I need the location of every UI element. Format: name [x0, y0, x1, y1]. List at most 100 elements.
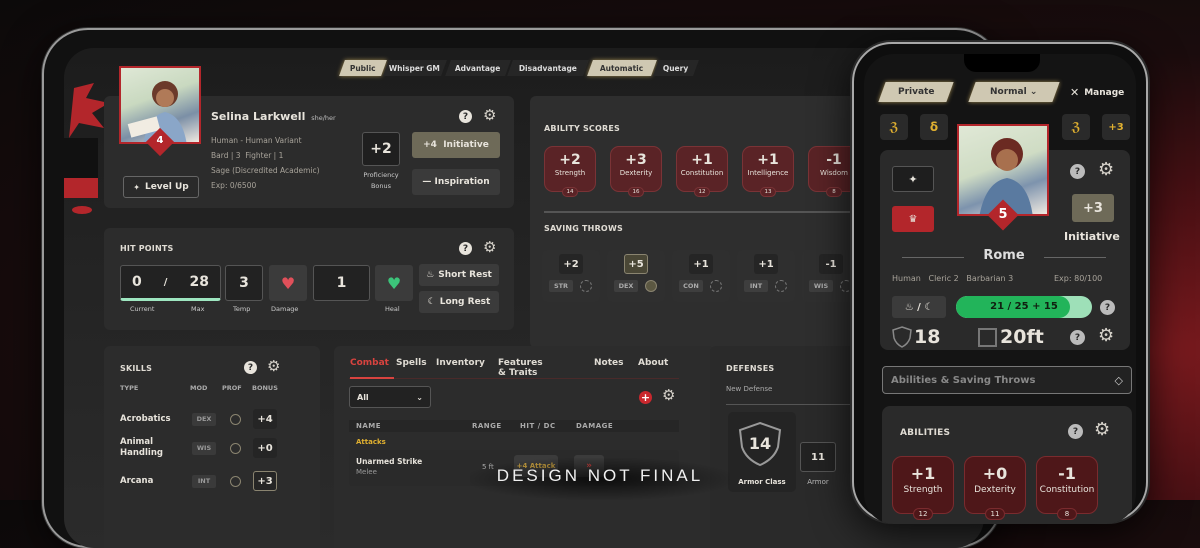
phone-initiative-label: Initiative	[1064, 230, 1120, 243]
level-up-button[interactable]: ✦ Level Up	[123, 176, 199, 198]
ability-score-dexterity[interactable]: +3 Dexterity 16	[610, 146, 662, 197]
proficiency-indicator[interactable]	[230, 413, 241, 425]
proficiency-indicator[interactable]	[230, 442, 241, 454]
short-rest-label: Short Rest	[438, 270, 492, 280]
settings-gear-icon[interactable]: ⚙	[1098, 327, 1114, 345]
saving-throw-str[interactable]: +2 STR	[542, 250, 600, 302]
tab-spells[interactable]: Spells	[396, 358, 427, 368]
ear-icon[interactable]: ℨ	[880, 114, 908, 140]
roll-mode-label: Query	[663, 63, 689, 73]
proficiency-indicator[interactable]	[580, 280, 592, 292]
level-up-toggle[interactable]: ♛	[892, 206, 934, 232]
roll-mode-whisper-gm[interactable]: Whisper GM	[383, 60, 447, 76]
help-icon[interactable]: ?	[1068, 424, 1083, 439]
add-icon[interactable]: +	[639, 391, 652, 404]
inspiration-toggle[interactable]: ✦	[892, 166, 934, 192]
roll-mode-select[interactable]: Normal ⌄	[968, 82, 1060, 102]
ability-score-strength[interactable]: +2 Strength 14	[544, 146, 596, 197]
hp-max-value[interactable]: 28	[189, 274, 208, 290]
ability-score: 16	[628, 187, 644, 197]
pronouns: she/her	[311, 114, 336, 122]
damage-label: Damage	[271, 305, 299, 313]
ability-name: Constitution	[1039, 485, 1095, 495]
tab-inventory[interactable]: Inventory	[436, 358, 485, 368]
combat-filter-select[interactable]: All ⌄	[349, 386, 431, 408]
new-defense-link[interactable]: New Defense	[726, 385, 772, 393]
roll-mode-automatic[interactable]: Automatic	[587, 60, 657, 76]
settings-gear-icon[interactable]: ⚙	[1098, 161, 1114, 179]
saving-throw-abbr: INT	[744, 280, 768, 292]
manage-label: Manage	[1084, 87, 1125, 98]
help-icon[interactable]: ?	[1070, 164, 1085, 179]
long-rest-button[interactable]: ☾ Long Rest	[419, 291, 499, 313]
skill-row[interactable]: Acrobatics DEX +4	[120, 406, 280, 432]
settings-gear-icon[interactable]: ⚙	[483, 108, 496, 123]
phone-race: Human	[892, 274, 921, 283]
tab-combat[interactable]: Combat	[350, 358, 389, 368]
tab-features-traits[interactable]: Features & Traits	[498, 358, 543, 378]
level-number: 4	[156, 135, 164, 146]
proficiency-indicator[interactable]	[645, 280, 657, 292]
settings-gear-icon[interactable]: ⚙	[1094, 421, 1110, 439]
saving-throw-int[interactable]: +1 INT	[737, 250, 795, 302]
settings-gear-icon[interactable]: ⚙	[483, 240, 496, 255]
hp-amount-input[interactable]: 1	[313, 265, 370, 301]
speed-icon	[978, 328, 997, 347]
col-name: NAME	[356, 422, 382, 430]
tab-about[interactable]: About	[638, 358, 668, 368]
saving-throw-value: +1	[754, 254, 778, 274]
help-icon[interactable]: ?	[1070, 330, 1085, 345]
long-rest-label: Long Rest	[439, 297, 491, 307]
proficiency-indicator[interactable]	[840, 280, 852, 292]
ability-name: Dexterity	[619, 169, 653, 177]
skill-bonus[interactable]: +0	[253, 438, 277, 458]
settings-gear-icon[interactable]: ⚙	[662, 388, 675, 403]
potion-icon[interactable]: δ	[920, 114, 948, 140]
skill-row[interactable]: Animal Handling WIS +0	[120, 435, 280, 461]
watermark: DESIGN NOT FINAL	[496, 466, 704, 485]
skill-name: Acrobatics	[120, 413, 171, 424]
section-select[interactable]: Abilities & Saving Throws ◇	[882, 366, 1132, 394]
ability-score-constitution[interactable]: +1 Constitution 12	[676, 146, 728, 197]
roll-mode-value: Normal	[990, 87, 1027, 97]
ability-modifier: +2	[559, 152, 581, 168]
proficiency-indicator[interactable]	[710, 280, 722, 292]
short-rest-button[interactable]: ♨ Short Rest	[419, 264, 499, 286]
bonus-badge[interactable]: +3	[1102, 114, 1130, 140]
heal-button[interactable]: ♥	[375, 265, 413, 301]
phone-initiative-value[interactable]: +3	[1072, 194, 1114, 222]
hp-temp-label: Temp	[233, 305, 251, 313]
chevron-down-icon: ⌄	[416, 392, 423, 402]
help-icon[interactable]: ?	[459, 242, 472, 255]
roll-mode-label: Advantage	[455, 63, 501, 73]
saving-throw-abbr: WIS	[809, 280, 833, 292]
saving-throw-dex[interactable]: +5 DEX	[607, 250, 665, 302]
hp-temp-input[interactable]: 3	[225, 265, 263, 301]
ear-icon[interactable]: ℨ	[1062, 114, 1090, 140]
roll-mode-label: Whisper GM	[389, 63, 441, 73]
manage-button[interactable]: ✕ Manage	[1070, 86, 1124, 99]
proficiency-indicator[interactable]	[775, 280, 787, 292]
hp-current-value[interactable]: 0	[132, 274, 142, 290]
roll-mode-public[interactable]: Public	[339, 60, 387, 76]
damage-button[interactable]: ♥	[269, 265, 307, 301]
skill-bonus[interactable]: +4	[253, 409, 277, 429]
help-icon[interactable]: ?	[459, 110, 472, 123]
roll-mode-query[interactable]: Query	[653, 60, 699, 76]
settings-gear-icon[interactable]: ⚙	[267, 359, 280, 374]
armor-class-value: 14	[748, 434, 772, 453]
help-icon[interactable]: ?	[244, 361, 257, 374]
hit-points-title: HIT POINTS	[120, 244, 174, 253]
initiative-button[interactable]: +4 Initiative	[412, 132, 500, 158]
saving-throw-value: +1	[689, 254, 713, 274]
rest-button[interactable]: ♨ / ☾	[892, 296, 946, 318]
help-icon[interactable]: ?	[1100, 300, 1115, 315]
inspiration-button[interactable]: — Inspiration	[412, 169, 500, 195]
roll-mode-disadvantage[interactable]: Disadvantage	[507, 60, 589, 76]
ability-name: Intelligence	[747, 169, 789, 177]
saving-throw-con[interactable]: +1 CON	[672, 250, 730, 302]
roll-mode-advantage[interactable]: Advantage	[445, 60, 511, 76]
privacy-toggle[interactable]: Private	[878, 82, 954, 102]
tab-notes[interactable]: Notes	[594, 358, 623, 368]
ability-score-intelligence[interactable]: +1 Intelligence 13	[742, 146, 794, 197]
